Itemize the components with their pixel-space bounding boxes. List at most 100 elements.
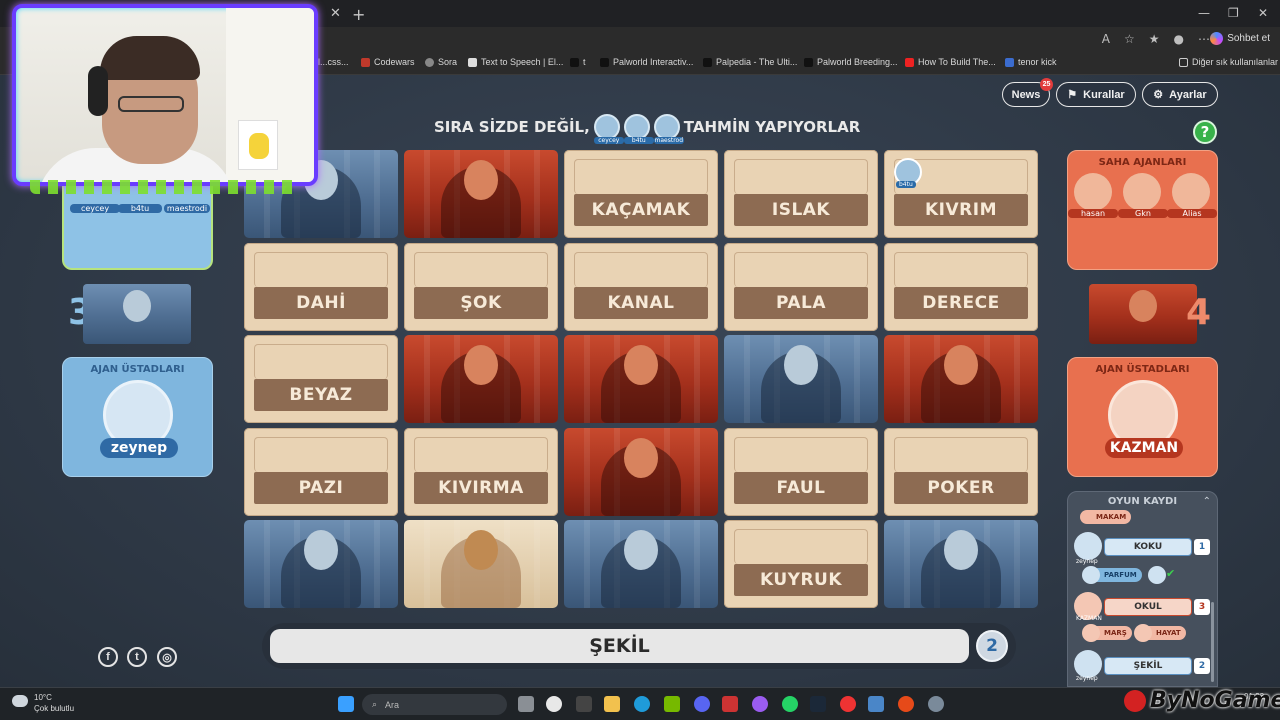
facebook-icon[interactable]: f	[98, 647, 118, 667]
collapse-icon[interactable]: ⌃	[1203, 496, 1211, 507]
word-card[interactable]: PALA	[724, 242, 878, 331]
app-icon[interactable]	[840, 696, 856, 712]
codewars-icon	[361, 57, 370, 67]
gif-icon	[1005, 57, 1014, 67]
instagram-icon[interactable]: ◎	[157, 647, 177, 667]
agent-portrait	[304, 530, 338, 570]
app-icon[interactable]	[868, 696, 884, 712]
card-word: BEYAZ	[254, 379, 388, 411]
minimize-icon[interactable]: —	[1198, 6, 1210, 20]
word-card[interactable]: DAHİ	[244, 242, 398, 331]
copilot-button[interactable]: Sohbet et	[1210, 32, 1270, 45]
task-view-icon[interactable]	[518, 696, 534, 712]
word-card[interactable]: FAUL	[724, 427, 878, 516]
taskbar: 10°C Çok bulutlu ⌕ Ara 01:23	[0, 687, 1280, 720]
nvidia-icon[interactable]	[664, 696, 680, 712]
other-bookmarks[interactable]: Diğer sık kullanılanlar	[1179, 57, 1278, 67]
bookmark-item[interactable]: Codewars	[361, 57, 415, 67]
word-card[interactable]: DERECE	[884, 242, 1038, 331]
guesser-avatar: maestrod	[653, 114, 684, 144]
youtube-icon	[905, 57, 914, 67]
news-button[interactable]: News 25	[1002, 78, 1053, 107]
whatsapp-icon[interactable]	[782, 696, 798, 712]
word-card[interactable]: ISLAK	[724, 150, 878, 238]
turn-banner: SIRA SİZDE DEĞİL, ceycey b4tu maestrod T…	[434, 114, 861, 144]
bookmark-item[interactable]: t	[570, 57, 586, 67]
settings-button[interactable]: ⚙ Ayarlar	[1142, 82, 1218, 107]
red-agent-card[interactable]	[564, 427, 718, 516]
collections-icon[interactable]: ★	[1149, 32, 1160, 46]
bookmark-item[interactable]: Palworld Interactiv...	[600, 57, 693, 67]
twitter-icon[interactable]: t	[127, 647, 147, 667]
word-card[interactable]: KAÇAMAK	[564, 150, 718, 238]
red-agent-card[interactable]	[884, 335, 1038, 423]
bookmark-item[interactable]: How To Build The...	[905, 57, 996, 67]
agent-portrait	[464, 160, 498, 200]
blue-spymaster-title: AJAN ÜSTADLARI	[90, 364, 185, 375]
turn-left-text: SIRA SİZDE DEĞİL,	[434, 118, 590, 136]
game-log[interactable]: OYUN KAYDI ⌃ MAKAM KOKU 1 zeynep PARFUM …	[1067, 491, 1218, 687]
blue-agent-card[interactable]	[564, 520, 718, 608]
copilot-app-icon[interactable]	[752, 696, 768, 712]
chrome-icon[interactable]	[898, 696, 914, 712]
favorite-icon[interactable]: ☆	[1124, 32, 1135, 46]
bookmark-item[interactable]: Sora	[425, 57, 457, 67]
help-button[interactable]: ?	[1193, 120, 1217, 144]
address-bar-icons: A ☆ ★ ● ⋯	[1102, 32, 1210, 46]
red-agent-card[interactable]	[564, 335, 718, 423]
app-icon[interactable]	[722, 696, 738, 712]
bookmark-item[interactable]: tenor kick	[1005, 57, 1057, 67]
blue-agent-card[interactable]	[724, 335, 878, 423]
profile-icon[interactable]: ●	[1174, 32, 1184, 46]
word-card[interactable]: KUYRUK	[724, 520, 878, 608]
bookmark-item[interactable]: l...css...	[318, 57, 349, 67]
maximize-icon[interactable]: ❐	[1228, 6, 1239, 20]
red-operatives-panel: SAHA AJANLARI hasan Gkn Alias	[1067, 150, 1218, 270]
word-card[interactable]: POKER	[884, 427, 1038, 516]
weather-widget[interactable]: 10°C Çok bulutlu	[12, 692, 74, 714]
word-card[interactable]: KIVRIM b4tu	[884, 150, 1038, 238]
turn-right-text: TAHMİN YAPIYORLAR	[683, 118, 861, 136]
close-tab-icon[interactable]: ✕	[330, 6, 341, 21]
app-icon[interactable]	[576, 696, 592, 712]
log-avatar	[1074, 650, 1102, 678]
windows-start-icon[interactable]	[338, 696, 354, 712]
new-tab-button[interactable]: +	[352, 5, 365, 24]
discord-icon[interactable]	[694, 696, 710, 712]
bookmark-item[interactable]: Palworld Breeding...	[804, 57, 898, 67]
gear-icon: ⚙	[1153, 89, 1164, 101]
agent-portrait	[464, 345, 498, 385]
bookmark-icon: ⚑	[1067, 89, 1078, 101]
log-guess: MAKAM	[1080, 510, 1132, 524]
more-icon[interactable]: ⋯	[1198, 32, 1210, 46]
blue-agent-card[interactable]	[244, 520, 398, 608]
taskbar-search[interactable]: ⌕ Ara	[362, 694, 507, 715]
word-card[interactable]: ŞOK	[404, 242, 558, 331]
bookmark-item[interactable]: Text to Speech | El...	[468, 57, 563, 67]
word-card[interactable]: KIVIRMA	[404, 427, 558, 516]
rules-button[interactable]: ⚑ Kurallar	[1056, 82, 1136, 107]
red-agent-card[interactable]	[404, 150, 558, 238]
word-card[interactable]: KANAL	[564, 242, 718, 331]
red-operatives-title: SAHA AJANLARI	[1098, 157, 1187, 168]
operative-name: Alias	[1167, 209, 1217, 218]
word-card[interactable]: PAZI	[244, 427, 398, 516]
card-word: KUYRUK	[734, 564, 868, 596]
news-badge: 25	[1040, 78, 1053, 91]
palpedia-icon	[703, 57, 712, 67]
red-agent-card[interactable]	[404, 335, 558, 423]
read-aloud-icon[interactable]: A	[1102, 32, 1110, 46]
file-explorer-icon[interactable]	[604, 696, 620, 712]
chatgpt-icon[interactable]	[546, 696, 562, 712]
word-card[interactable]: BEYAZ	[244, 335, 398, 423]
log-scrollbar[interactable]	[1211, 602, 1214, 682]
bystander-card[interactable]	[404, 520, 558, 608]
red-spymaster-title: AJAN ÜSTADLARI	[1095, 364, 1190, 375]
blue-agent-card[interactable]	[884, 520, 1038, 608]
bookmark-item[interactable]: Palpedia - The Ulti...	[703, 57, 797, 67]
window-close-icon[interactable]: ✕	[1258, 6, 1268, 20]
steam-icon[interactable]	[810, 696, 826, 712]
edge-icon[interactable]	[634, 696, 650, 712]
settings-app-icon[interactable]	[928, 696, 944, 712]
blue-spymaster-panel: AJAN ÜSTADLARI zeynep	[62, 357, 213, 477]
